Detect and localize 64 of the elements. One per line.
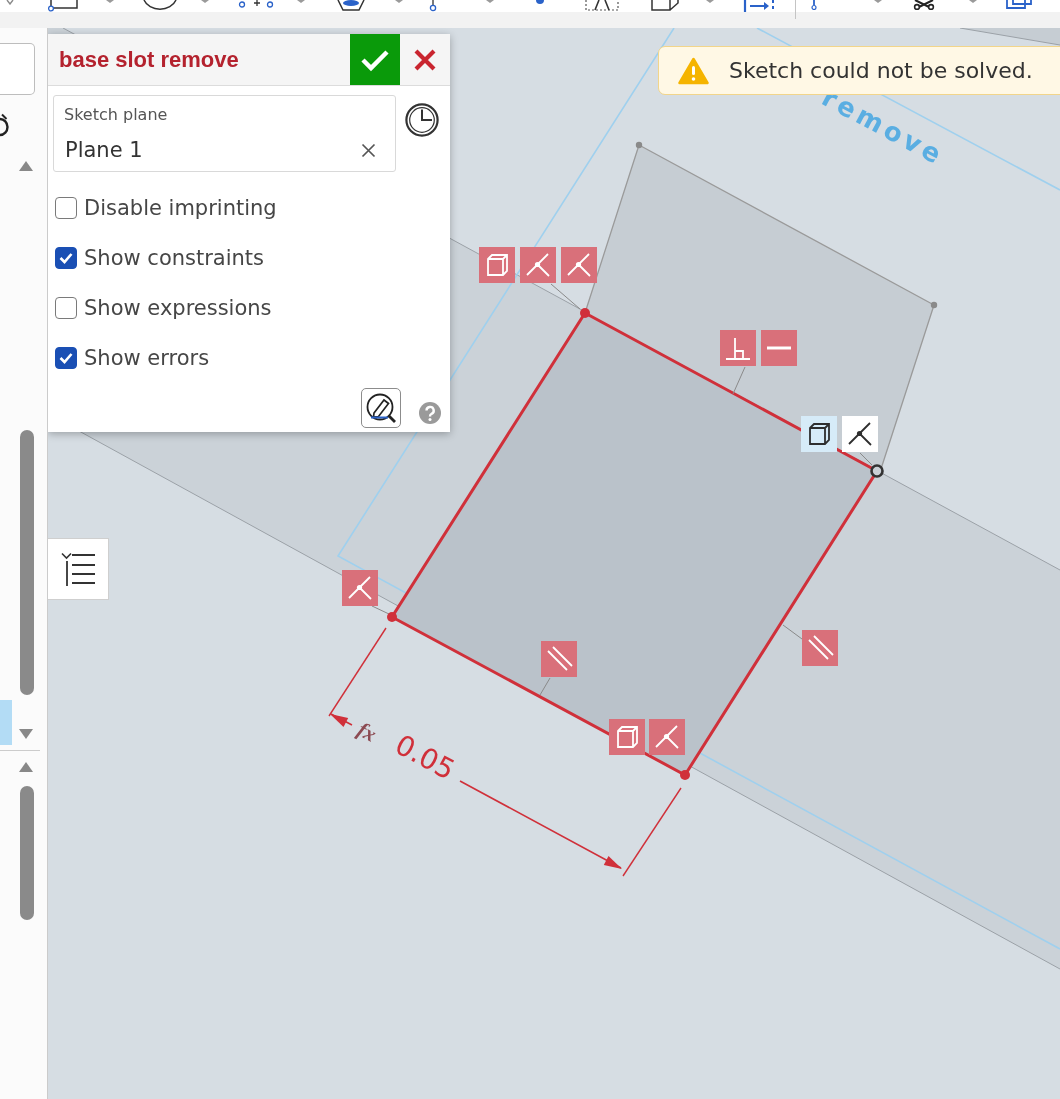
sketch-plane-field[interactable]: Sketch plane Plane 1 (53, 95, 396, 172)
tick-icon (59, 252, 73, 264)
clock-icon[interactable] (405, 103, 439, 137)
confirm-button[interactable] (350, 34, 400, 85)
input-field[interactable] (0, 43, 35, 95)
tick-icon (59, 352, 73, 364)
caret-icon[interactable] (969, 0, 977, 4)
check-icon (360, 47, 390, 72)
point-icon[interactable] (427, 0, 439, 12)
close-icon[interactable] (414, 48, 436, 71)
rectangle-icon[interactable] (48, 0, 80, 12)
field-value: Plane 1 (64, 138, 144, 162)
sketch-point (680, 770, 690, 780)
list-icon (60, 551, 96, 587)
caret-icon[interactable] (706, 0, 714, 4)
leader-line (732, 366, 746, 395)
sketch-point (580, 308, 590, 318)
selection-highlight (0, 700, 12, 745)
checkbox-label[interactable]: Show errors (84, 346, 210, 370)
arrow-icon[interactable] (742, 0, 776, 12)
scrollbar-thumb[interactable] (20, 786, 34, 920)
dimension-value: 0.05 (389, 728, 461, 787)
sketch-point (387, 612, 397, 622)
scroll-up-icon[interactable] (18, 160, 34, 172)
close-icon[interactable] (361, 142, 376, 158)
scrollbar-thumb[interactable] (20, 430, 34, 695)
checkbox[interactable] (55, 247, 77, 269)
line-icon[interactable] (808, 0, 820, 10)
sketch-point (930, 301, 938, 309)
box-icon[interactable] (650, 0, 680, 12)
copy-icon[interactable] (1005, 0, 1033, 10)
leader-line (371, 605, 390, 615)
warning-icon (678, 56, 709, 85)
caret-icon[interactable] (297, 0, 305, 4)
checkbox-label[interactable]: Disable imprinting (84, 196, 277, 220)
checkbox[interactable] (55, 347, 77, 369)
sketch-point (635, 141, 643, 149)
pen-tool-button[interactable] (361, 388, 401, 428)
scroll-down-icon[interactable] (18, 728, 34, 740)
checkbox-label[interactable]: Show expressions (84, 296, 272, 320)
points-icon[interactable] (238, 0, 274, 8)
scroll-up-icon[interactable] (18, 761, 34, 773)
polygon-icon[interactable] (336, 0, 366, 12)
expression-mark: fx (353, 717, 381, 747)
checkbox-label[interactable]: Show constraints (84, 246, 265, 270)
caret-icon[interactable] (201, 0, 209, 4)
leader-line (550, 283, 581, 310)
caret-icon[interactable] (106, 0, 114, 4)
caret-icon[interactable] (486, 0, 494, 4)
caret-icon[interactable] (874, 0, 882, 4)
help-icon[interactable] (419, 402, 441, 424)
leader-line (859, 452, 873, 466)
dashed-box-icon[interactable] (584, 0, 620, 12)
checkbox[interactable] (55, 297, 77, 319)
toast-message: Sketch could not be solved. (729, 58, 1033, 83)
field-label: Sketch plane (64, 105, 169, 125)
caret-icon[interactable] (6, 0, 14, 5)
dialog-title: base slot remove (58, 46, 240, 73)
outline-button[interactable] (48, 538, 109, 600)
leader-line (782, 624, 803, 640)
caret-icon[interactable] (395, 0, 403, 4)
checkbox[interactable] (55, 197, 77, 219)
leader-line (539, 677, 551, 696)
pen-magnifier-icon (365, 392, 397, 424)
